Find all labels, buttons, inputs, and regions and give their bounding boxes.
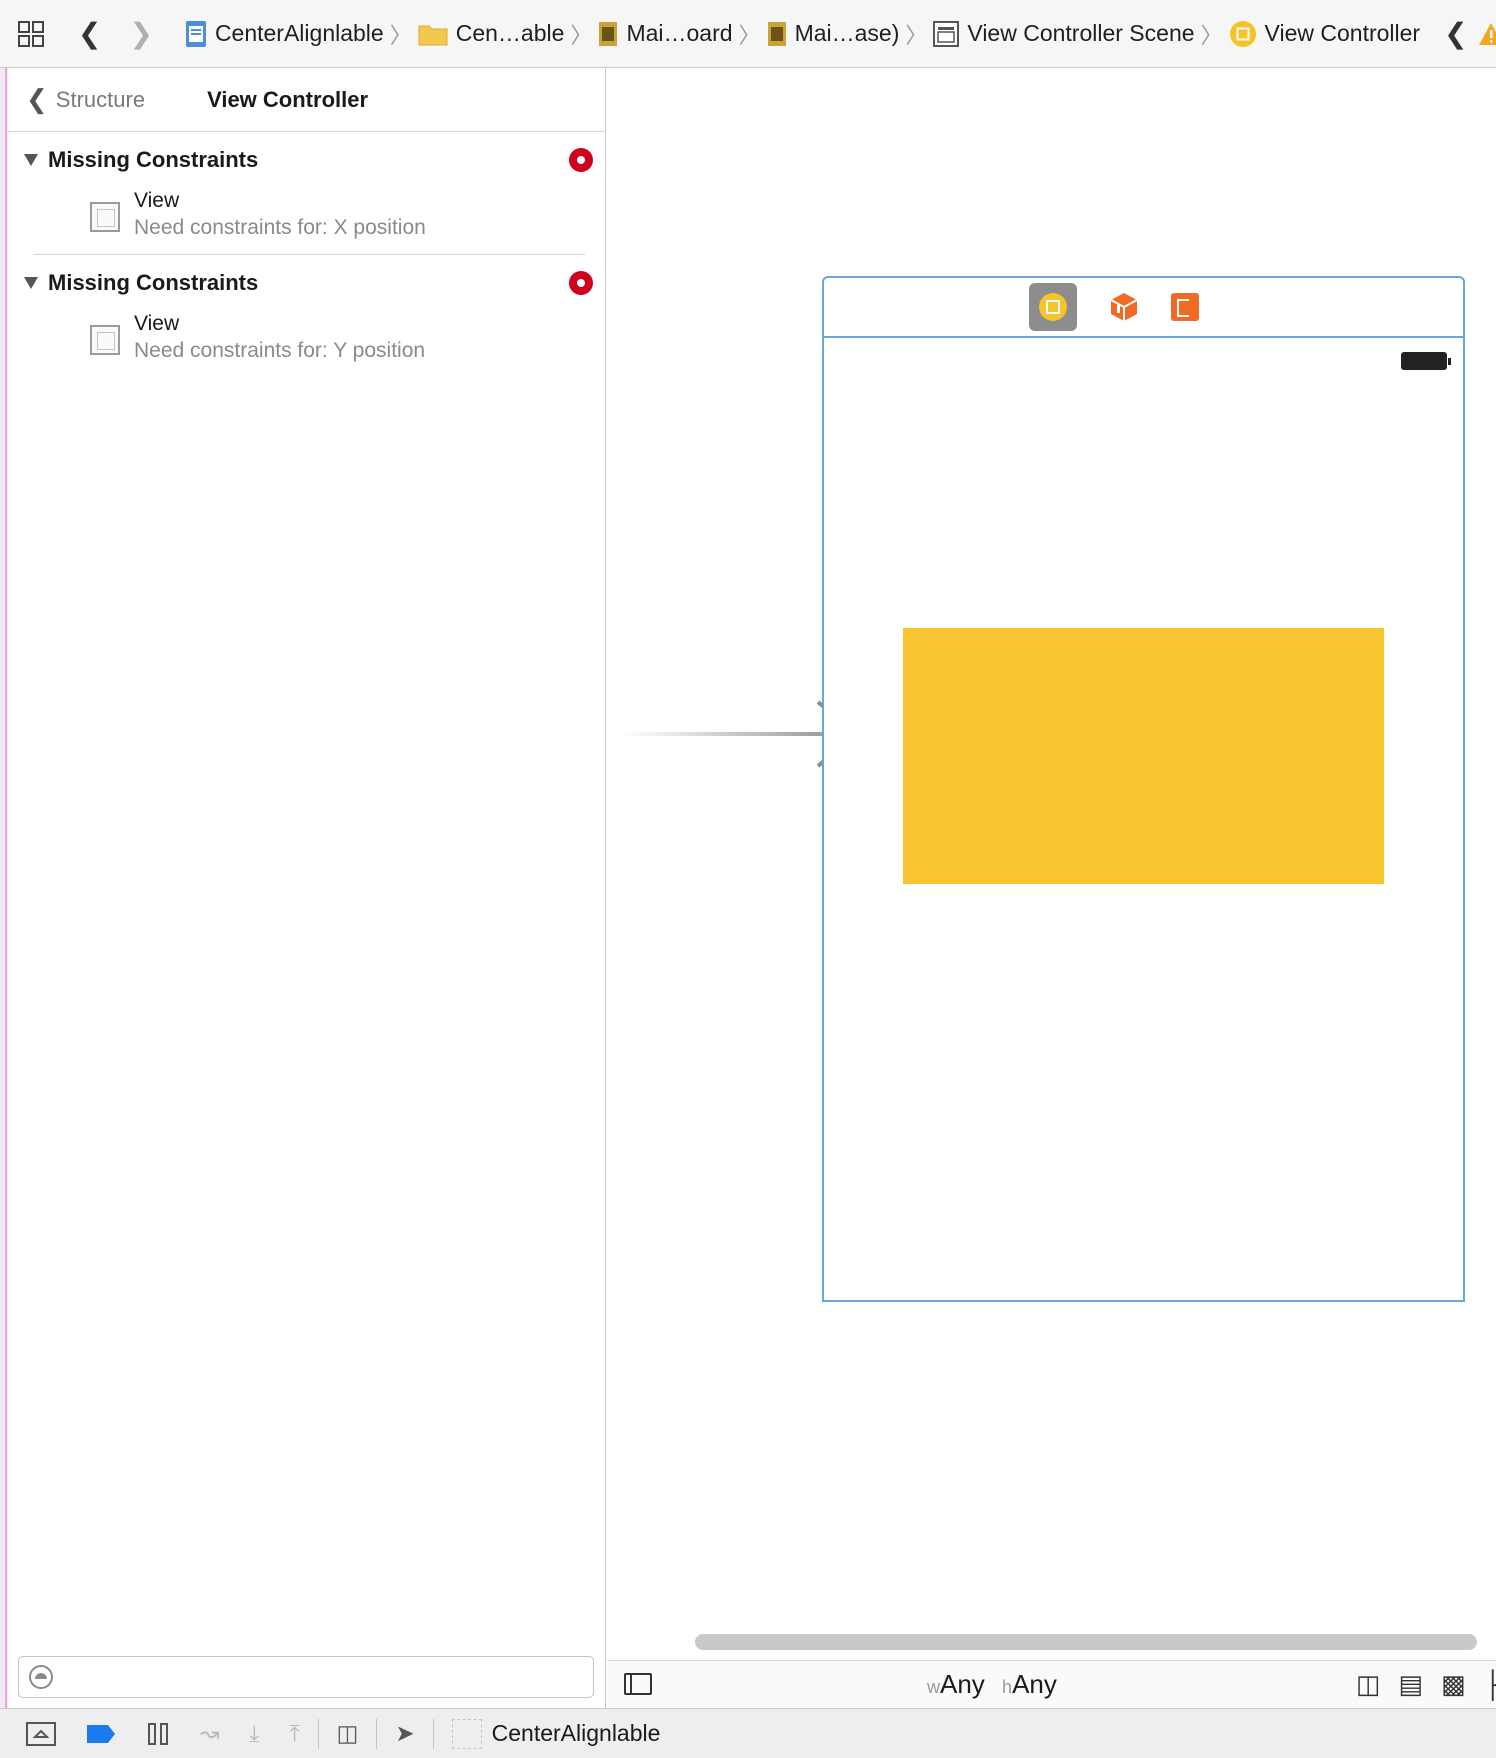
- previous-issue-button[interactable]: ❮: [1440, 17, 1471, 50]
- width-class: Any: [940, 1669, 985, 1699]
- separator: [376, 1718, 378, 1749]
- issue-filter-field[interactable]: [18, 1656, 594, 1698]
- project-file-icon: [185, 20, 206, 47]
- issue-group-title: Missing Constraints: [48, 147, 259, 172]
- storyboard-file-icon: [767, 21, 786, 46]
- debug-bar: ↝ ⤓ ⤒ ◫ ➤ CenterAlignlable: [0, 1708, 1496, 1758]
- height-class: Any: [1012, 1669, 1057, 1699]
- issue-text: View Need constraints for: X position: [134, 188, 426, 242]
- forward-nav-button[interactable]: ❯: [125, 17, 156, 50]
- back-label: Structure: [55, 86, 146, 112]
- stack-icon[interactable]: ◫: [1356, 1669, 1381, 1700]
- disclosure-triangle-icon[interactable]: [24, 154, 38, 166]
- storyboard-canvas[interactable]: wAny hAny ◫ ▤ ▩ ├: [607, 68, 1496, 1708]
- document-outline-toggle[interactable]: [624, 1673, 652, 1695]
- issue-item-name: View: [134, 312, 180, 335]
- view-icon: [90, 202, 120, 232]
- chevron-left-icon: ❮: [26, 84, 48, 114]
- issue-group-header[interactable]: Missing Constraints: [24, 132, 593, 188]
- align-icon[interactable]: ▤: [1398, 1669, 1423, 1700]
- issue-group[interactable]: Missing Constraints View Need constraint…: [8, 255, 605, 377]
- issue-group-header[interactable]: Missing Constraints: [24, 255, 593, 311]
- view-debugger-icon[interactable]: ◫: [337, 1720, 359, 1747]
- yellow-subview[interactable]: [903, 628, 1384, 884]
- issue-item-name: View: [134, 189, 180, 212]
- target-icon: [451, 1718, 482, 1749]
- step-into-icon[interactable]: ⤓: [249, 1720, 259, 1747]
- canvas-bottom-bar: wAny hAny ◫ ▤ ▩ ├: [607, 1660, 1496, 1708]
- issue-item-detail: Need constraints for: Y position: [134, 339, 426, 362]
- separator: [317, 1718, 319, 1749]
- height-prefix: h: [1002, 1677, 1013, 1697]
- chevron-right-icon: 〉: [570, 22, 593, 48]
- auto-layout-tools: ◫ ▤ ▩ ├: [1356, 1669, 1496, 1700]
- back-nav-button[interactable]: ❮: [74, 17, 105, 50]
- scene-dock: [824, 278, 1463, 338]
- panel-edge: [0, 68, 8, 1708]
- issue-text: View Need constraints for: Y position: [134, 311, 425, 365]
- crumb-label: View Controller: [1264, 20, 1421, 46]
- step-out-icon[interactable]: ⤒: [289, 1720, 299, 1747]
- view-controller-icon[interactable]: [1028, 283, 1077, 331]
- crumb-label: Cen…able: [455, 20, 565, 46]
- breakpoints-icon[interactable]: [86, 1724, 116, 1744]
- debug-target[interactable]: CenterAlignlable: [451, 1718, 661, 1749]
- issue-item[interactable]: View Need constraints for: X position: [24, 188, 585, 254]
- crumb-storyboard-base[interactable]: Mai…ase): [767, 20, 900, 47]
- issue-group-title: Missing Constraints: [48, 270, 259, 295]
- hide-debug-area-button[interactable]: [26, 1721, 56, 1746]
- error-icon: [569, 148, 593, 172]
- view-controller-icon: [1229, 20, 1256, 47]
- navigator-title: View Controller: [207, 86, 369, 112]
- crumb-scene[interactable]: View Controller Scene: [933, 20, 1195, 47]
- issue-item[interactable]: View Need constraints for: Y position: [24, 311, 585, 377]
- issue-navigator-header: ❮ Structure View Controller: [8, 68, 605, 132]
- first-responder-icon[interactable]: [1107, 290, 1141, 324]
- issue-navigator: ❮ Structure View Controller Missing Cons…: [8, 68, 606, 1708]
- pause-icon[interactable]: [146, 1722, 170, 1746]
- scene-icon: [933, 20, 960, 47]
- crumb-label: View Controller Scene: [967, 20, 1195, 46]
- jump-bar: ❮ ❯ CenterAlignlable 〉 Cen…able 〉 Mai…oa…: [0, 0, 1496, 68]
- separator: [432, 1718, 434, 1749]
- resolve-issues-icon[interactable]: ├: [1484, 1669, 1496, 1700]
- storyboard-file-icon: [599, 21, 618, 46]
- related-items-icon[interactable]: [16, 19, 46, 49]
- horizontal-scrollbar[interactable]: [695, 1634, 1477, 1650]
- crumb-storyboard[interactable]: Mai…oard: [598, 20, 733, 47]
- pin-icon[interactable]: ▩: [1441, 1669, 1466, 1700]
- chevron-right-icon: 〉: [738, 22, 761, 48]
- step-over-icon[interactable]: ↝: [200, 1720, 219, 1747]
- crumb-project[interactable]: CenterAlignlable: [185, 20, 384, 48]
- crumb-label: Mai…ase): [794, 20, 900, 46]
- filter-icon[interactable]: [29, 1665, 53, 1689]
- error-icon: [569, 271, 593, 295]
- issue-item-detail: Need constraints for: X position: [134, 216, 426, 239]
- warning-icon[interactable]: [1478, 22, 1496, 46]
- chevron-right-icon: 〉: [905, 22, 928, 48]
- crumb-label: CenterAlignlable: [214, 20, 384, 46]
- chevron-right-icon: 〉: [1200, 22, 1223, 48]
- debug-target-label: CenterAlignlable: [491, 1720, 661, 1746]
- chevron-right-icon: 〉: [389, 22, 412, 48]
- crumb-folder[interactable]: Cen…able: [418, 20, 565, 47]
- structure-back-button[interactable]: ❮ Structure: [26, 84, 145, 115]
- exit-icon[interactable]: [1170, 293, 1199, 321]
- crumb-view-controller[interactable]: View Controller: [1229, 20, 1421, 48]
- folder-icon: [418, 25, 448, 45]
- size-class-control[interactable]: wAny hAny: [927, 1669, 1057, 1700]
- view-controller-scene[interactable]: [822, 276, 1465, 1302]
- issue-group[interactable]: Missing Constraints View Need constraint…: [8, 132, 605, 255]
- disclosure-triangle-icon[interactable]: [24, 277, 38, 289]
- battery-icon: [1401, 352, 1451, 370]
- location-icon[interactable]: ➤: [395, 1720, 414, 1747]
- width-prefix: w: [927, 1677, 940, 1697]
- crumb-label: Mai…oard: [626, 20, 733, 46]
- view-icon: [90, 325, 120, 355]
